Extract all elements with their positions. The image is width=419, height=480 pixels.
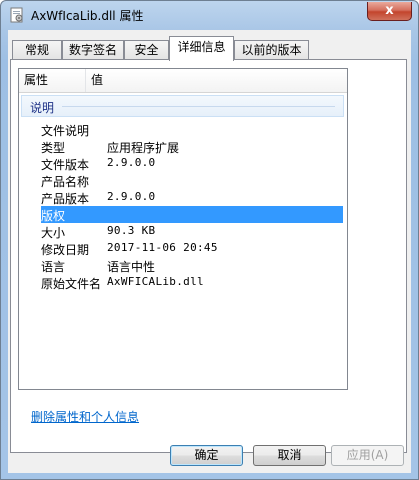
- table-row[interactable]: 产品名称: [19, 172, 347, 189]
- dll-file-icon: [10, 7, 23, 23]
- group-header-description[interactable]: 说明: [21, 95, 344, 117]
- property-value: 语言中性: [107, 260, 156, 274]
- details-list-view[interactable]: 属性 值 说明 文件说明 类型 应用程序扩展 文件版本 2.9.0.0 产品名称…: [18, 68, 348, 390]
- window-title: AxWfIcaLib.dll 属性: [31, 9, 144, 23]
- properties-window: AxWfIcaLib.dll 属性 x 常规 数字签名 安全 详细信息 以前的版…: [0, 0, 419, 480]
- property-name: 产品名称: [41, 175, 90, 189]
- property-value: 应用程序扩展: [107, 141, 180, 155]
- apply-button[interactable]: 应用(A): [331, 445, 404, 466]
- table-row-selected[interactable]: 版权: [41, 206, 343, 223]
- table-row[interactable]: 语言 语言中性: [19, 257, 347, 274]
- tab-strip: 常规 数字签名 安全 详细信息 以前的版本: [8, 36, 411, 61]
- property-name: 修改日期: [41, 243, 90, 257]
- cancel-button[interactable]: 取消: [253, 445, 326, 466]
- table-row[interactable]: 产品版本 2.9.0.0: [19, 189, 347, 206]
- table-row[interactable]: 原始文件名 AxWFICALib.dll: [19, 274, 347, 291]
- remove-properties-link[interactable]: 删除属性和个人信息: [31, 408, 139, 425]
- property-name: 类型: [41, 141, 66, 155]
- title-bar[interactable]: AxWfIcaLib.dll 属性 x: [1, 1, 418, 29]
- group-header-divider: [62, 106, 335, 107]
- tab-digital-signatures[interactable]: 数字签名: [62, 40, 124, 60]
- property-name: 文件说明: [41, 124, 90, 138]
- property-value: 90.3 KB: [107, 224, 156, 237]
- tab-general[interactable]: 常规: [12, 40, 62, 60]
- group-header-label: 说明: [30, 101, 55, 115]
- property-name: 版权: [41, 209, 66, 223]
- property-value: 2.9.0.0: [107, 156, 156, 169]
- property-name: 大小: [41, 226, 66, 240]
- property-value: 2017-11-06 20:45: [107, 241, 218, 254]
- list-header: 属性 值: [19, 69, 347, 93]
- table-row[interactable]: 文件版本 2.9.0.0: [19, 155, 347, 172]
- column-header-property[interactable]: 属性: [19, 69, 86, 92]
- tab-previous-versions[interactable]: 以前的版本: [234, 40, 309, 60]
- dialog-client-area: 常规 数字签名 安全 详细信息 以前的版本 属性 值 说明 文件说明 类型 应用…: [8, 30, 411, 473]
- table-row[interactable]: 文件说明: [19, 121, 347, 138]
- property-name: 产品版本: [41, 192, 90, 206]
- property-name: 语言: [41, 260, 66, 274]
- tab-details[interactable]: 详细信息: [169, 36, 234, 61]
- close-icon: x: [385, 3, 394, 18]
- table-row[interactable]: 修改日期 2017-11-06 20:45: [19, 240, 347, 257]
- property-value: 2.9.0.0: [107, 190, 156, 203]
- property-name: 原始文件名: [41, 277, 102, 291]
- table-row[interactable]: 大小 90.3 KB: [19, 223, 347, 240]
- property-name: 文件版本: [41, 158, 90, 172]
- table-row[interactable]: 类型 应用程序扩展: [19, 138, 347, 155]
- details-tab-panel: 属性 值 说明 文件说明 类型 应用程序扩展 文件版本 2.9.0.0 产品名称…: [10, 59, 407, 453]
- tab-security[interactable]: 安全: [124, 40, 169, 60]
- property-value: AxWFICALib.dll: [107, 275, 204, 288]
- ok-button[interactable]: 确定: [170, 445, 243, 466]
- close-button[interactable]: x: [367, 2, 412, 21]
- column-header-value[interactable]: 值: [86, 69, 346, 92]
